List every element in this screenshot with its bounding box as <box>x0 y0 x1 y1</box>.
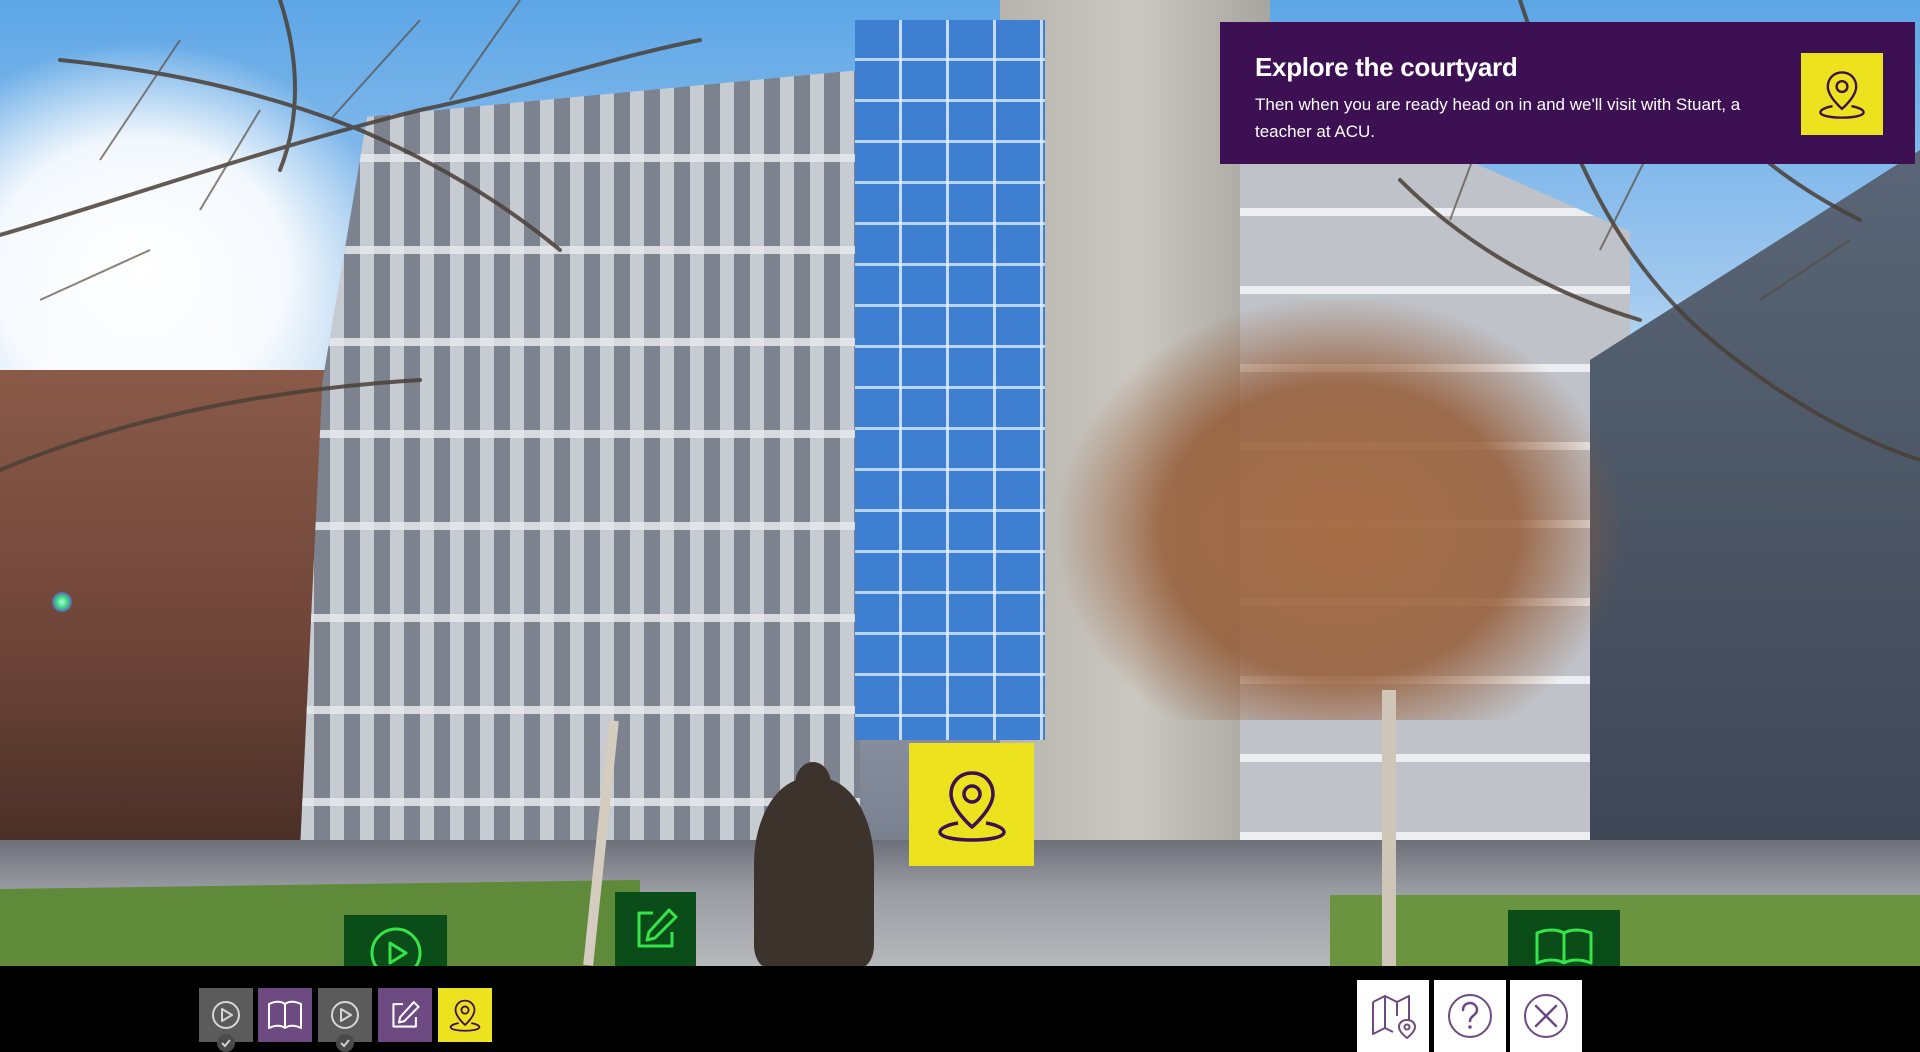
completed-check-icon <box>336 1034 354 1052</box>
help-icon <box>1448 994 1492 1038</box>
play-icon <box>212 1001 240 1029</box>
map-pin-icon <box>1819 71 1865 119</box>
edit-icon <box>392 1001 420 1028</box>
banner-location-button[interactable] <box>1801 53 1883 135</box>
map-icon <box>1372 995 1416 1039</box>
statue <box>754 762 874 966</box>
map-pin-icon <box>937 770 1006 842</box>
banner-title: Explore the courtyard <box>1255 52 1518 82</box>
close-button[interactable] <box>1510 980 1582 1052</box>
location-hotspot[interactable] <box>909 743 1034 866</box>
bottom-toolbar <box>0 966 1920 1052</box>
reading-hotspot[interactable] <box>1508 910 1620 966</box>
lawn-left <box>0 880 640 966</box>
progress-step-location[interactable] <box>438 988 492 1042</box>
map-button[interactable] <box>1357 980 1429 1052</box>
completed-check-icon <box>217 1034 235 1052</box>
play-icon <box>370 927 421 966</box>
close-icon <box>1524 994 1568 1038</box>
banner-text: Then when you are ready head on in and w… <box>1255 95 1741 141</box>
progress-step-video-1[interactable] <box>199 988 253 1052</box>
lawn-right <box>1330 895 1920 966</box>
book-icon <box>1535 928 1593 965</box>
edit-icon <box>637 908 677 948</box>
activity-hotspot[interactable] <box>615 892 696 966</box>
autumn-tree <box>1060 300 1620 720</box>
play-icon <box>331 1001 359 1029</box>
info-banner: Explore the courtyard Then when you are … <box>1220 22 1915 164</box>
progress-step-activity[interactable] <box>378 988 432 1042</box>
tree-trunk <box>1382 690 1396 966</box>
video-hotspot[interactable] <box>344 915 447 966</box>
map-pin-icon <box>449 999 481 1032</box>
book-icon <box>268 1000 302 1029</box>
main-building-floors <box>300 70 860 850</box>
help-button[interactable] <box>1434 980 1506 1052</box>
progress-step-reading[interactable] <box>258 988 312 1042</box>
progress-step-video-2[interactable] <box>318 988 372 1052</box>
far-right-building <box>1590 150 1920 850</box>
glass-facade <box>855 20 1045 740</box>
lens-flare <box>52 592 72 612</box>
